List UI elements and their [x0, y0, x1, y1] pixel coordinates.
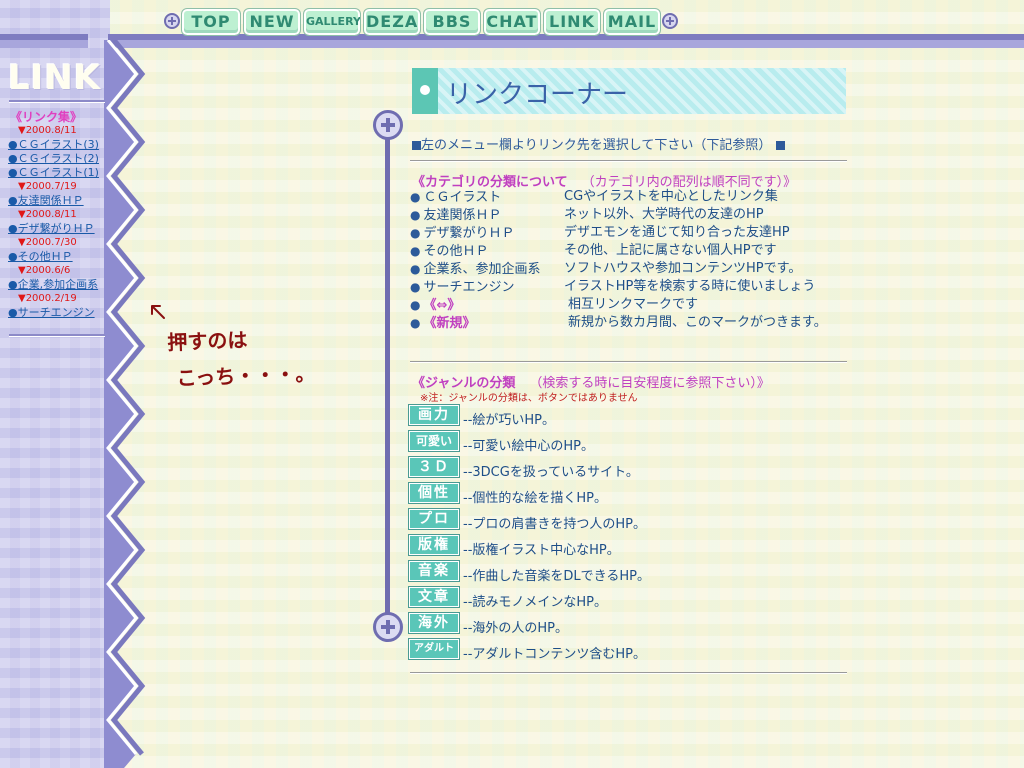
section-logo: LINK [8, 58, 102, 98]
square-icon [775, 141, 785, 150]
category-label: 友達関係ＨＰ [423, 208, 502, 223]
bolt-icon [164, 13, 180, 29]
category-desc: デザエモンを通じて知り合った友達HP [564, 225, 790, 240]
genre-desc: --版権イラスト中心なHP。 [463, 543, 620, 558]
category-desc: ソフトハウスや参加コンテンツHPです。 [564, 261, 802, 276]
bullet-icon: ● [410, 262, 421, 276]
genre-desc: --アダルトコンテンツ含むHP。 [463, 647, 646, 662]
nav-link-button[interactable]: LINK [543, 8, 601, 36]
frame-bar [108, 40, 1024, 48]
genre-desc: --絵が巧いHP。 [463, 413, 555, 428]
bolt-icon [662, 13, 678, 29]
divider [410, 361, 847, 363]
divider [410, 160, 847, 162]
category-label: サーチエンジン [423, 280, 515, 295]
genre-badge: 文章 [408, 586, 460, 608]
mutual-link-mark: 《⇔》 [423, 298, 461, 313]
genre-badge: 音楽 [408, 560, 460, 582]
genre-badge: 可愛い [408, 430, 460, 452]
bolt-icon [373, 612, 403, 642]
category-label: 企業系、参加企画系 [423, 262, 541, 277]
bullet-icon [412, 68, 438, 114]
genre-desc: --プロの肩書きを持つ人のHP。 [463, 517, 646, 532]
genre-desc: --読みモノメインなHP。 [463, 595, 607, 610]
nav-gallery-button[interactable]: GALLERY [303, 8, 361, 36]
divider [410, 672, 847, 674]
category-desc: 新規から数カ月間、このマークがつきます。 [568, 315, 827, 330]
new-mark: 《新規》 [423, 316, 476, 331]
nav-top-button[interactable]: TOP [181, 8, 241, 36]
nav-chat-button[interactable]: CHAT [483, 8, 541, 36]
page-title: リンクコーナー [446, 80, 629, 110]
update-date: ▼2000.7/19 [18, 181, 77, 192]
sidebar-link-friends[interactable]: ●友達関係ＨＰ [8, 194, 108, 208]
bullet-icon: ● [410, 316, 421, 330]
category-desc: CGやイラストを中心としたリンク集 [564, 189, 778, 204]
nav-bbs-button[interactable]: BBS [423, 8, 481, 36]
category-label: その他ＨＰ [423, 244, 489, 259]
genre-desc: --個性的な絵を描くHP。 [463, 491, 607, 506]
handwritten-note: 押すのは こっち・・・。 [167, 319, 316, 396]
sidebar-link-search[interactable]: ●サーチエンジン [8, 306, 108, 320]
genre-badge: 画力 [408, 404, 460, 426]
note-line: 押すのは [166, 327, 248, 355]
update-date: ▼2000.8/11 [18, 125, 77, 136]
bullet-icon: ● [410, 280, 421, 294]
sidebar-link-other[interactable]: ●その他ＨＰ [8, 250, 108, 264]
sidebar-link-company[interactable]: ●企業,参加企画系 [8, 278, 108, 292]
sidebar-link-deza[interactable]: ●デザ繋がりＨＰ [8, 222, 108, 236]
category-desc: イラストHP等を検索する時に使いましょう [564, 279, 816, 294]
genre-desc: --海外の人のHP。 [463, 621, 568, 636]
sidebar-divider [9, 100, 105, 103]
sidebar-link-cg1[interactable]: ●ＣＧイラスト(1) [8, 166, 108, 180]
genre-badge: 個性 [408, 482, 460, 504]
bullet-icon: ● [410, 208, 421, 222]
genre-desc: --3DCGを扱っているサイト。 [463, 465, 639, 480]
frame-bar [0, 40, 88, 48]
bullet-icon: ● [410, 190, 421, 204]
sidebar-heading: 《リンク集》 [10, 110, 83, 124]
update-date: ▼2000.8/11 [18, 209, 77, 220]
bolt-icon [373, 110, 403, 140]
genre-badge: 版権 [408, 534, 460, 556]
page-title-bar: リンクコーナー [412, 68, 846, 114]
sidebar-link-cg2[interactable]: ●ＣＧイラスト(2) [8, 152, 108, 166]
sidebar-link-cg3[interactable]: ●ＣＧイラスト(3) [8, 138, 108, 152]
category-label: ＣＧイラスト [423, 190, 502, 205]
sidebar-divider [9, 334, 105, 337]
genre-badge: 海外 [408, 612, 460, 634]
nav-mail-button[interactable]: MAIL [603, 8, 661, 36]
square-icon [412, 141, 421, 150]
intro-text-row: 左のメニュー欄よりリンク先を選択して下さい（下記参照） [412, 134, 785, 153]
bullet-icon: ● [410, 244, 421, 258]
genre-caution: ※注：ジャンルの分類は、ボタンではありません [420, 393, 638, 404]
category-desc: ネット以外、大学時代の友達のHP [564, 207, 764, 222]
genre-desc: --作曲した音楽をDLできるHP。 [463, 569, 650, 584]
bullet-icon: ● [410, 226, 421, 240]
genre-badge: プロ [408, 508, 460, 530]
genre-badge: ３Ｄ [408, 456, 460, 478]
sidebar-link-list: 《リンク集》 ▼2000.8/11 ●ＣＧイラスト(3) ●ＣＧイラスト(2) … [8, 110, 108, 320]
intro-text: 左のメニュー欄よりリンク先を選択して下さい（下記参照） [421, 138, 772, 153]
category-desc: その他、上記に属さない個人HPです [564, 243, 777, 258]
nav-deza-button[interactable]: DEZA [363, 8, 421, 36]
category-label: デザ繋がりＨＰ [423, 226, 515, 241]
update-date: ▼2000.6/6 [18, 265, 71, 276]
nav-new-button[interactable]: NEW [243, 8, 301, 36]
update-date: ▼2000.2/19 [18, 293, 77, 304]
note-line: こっち・・・。 [176, 361, 316, 391]
bullet-icon: ● [410, 298, 421, 312]
update-date: ▼2000.7/30 [18, 237, 77, 248]
decorative-rail [385, 124, 390, 628]
genre-desc: --可愛い絵中心のHP。 [463, 439, 594, 454]
category-desc: 相互リンクマークです [568, 297, 699, 312]
genre-badge: アダルト [408, 638, 460, 660]
arrow-icon [151, 305, 165, 319]
zigzag-border [104, 40, 146, 768]
